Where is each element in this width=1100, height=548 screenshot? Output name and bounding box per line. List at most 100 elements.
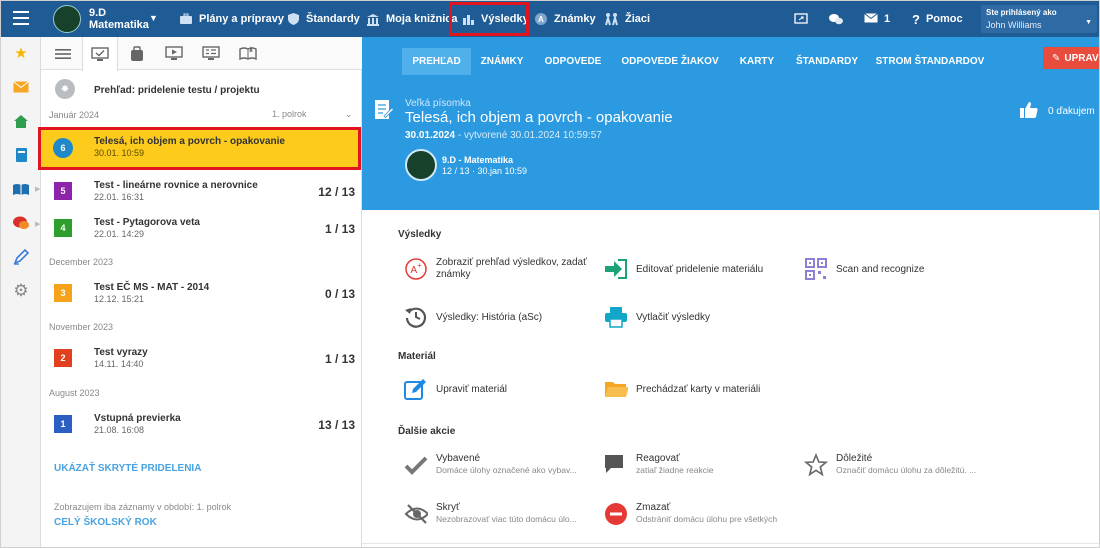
edit-material-action[interactable]: Upraviť materiál bbox=[404, 375, 594, 405]
assignment-kind: Veľká písomka bbox=[405, 98, 471, 109]
item-date: 22.01. 14:29 bbox=[94, 229, 145, 239]
tab-student-answers[interactable]: ODPOVEDE ŽIAKOV bbox=[618, 48, 722, 75]
tab-standards[interactable]: ŠTANDARDY bbox=[791, 48, 863, 75]
overview-row[interactable]: ✸ Prehľad: pridelenie testu / projektu bbox=[41, 75, 362, 107]
done-label: Vybavené bbox=[436, 453, 481, 464]
tab-standards-tree[interactable]: STROM ŠTANDARDOV bbox=[874, 48, 986, 75]
class-avatar[interactable] bbox=[53, 5, 81, 33]
chevron-down-icon[interactable]: ⌄ bbox=[345, 109, 353, 120]
nav-plans[interactable]: Plány a prípravy bbox=[178, 1, 284, 37]
highlight-box-selected-item bbox=[38, 127, 361, 170]
menu-icon[interactable] bbox=[13, 11, 29, 25]
overview-dot-icon: ✸ bbox=[55, 79, 75, 99]
tab-cards[interactable]: KARTY bbox=[734, 48, 780, 75]
react-action[interactable]: Reagovať zatiaľ žiadne reakcie bbox=[604, 451, 794, 481]
nav-students[interactable]: Žiaci bbox=[604, 1, 650, 37]
mail-icon[interactable] bbox=[12, 78, 30, 96]
book-open-icon[interactable] bbox=[12, 180, 30, 198]
delete-action[interactable]: Zmazať Odstrániť domácu úlohu pre všetký… bbox=[604, 500, 794, 530]
thanks-count[interactable]: 0 ďakujem bbox=[1048, 106, 1095, 117]
show-hidden-link[interactable]: UKÁZAŤ SKRYTÉ PRIDELENIA bbox=[54, 463, 201, 474]
nav-grades[interactable]: A Známky bbox=[533, 1, 596, 37]
month-header: Január 2024 bbox=[49, 110, 100, 120]
delete-label: Zmazať bbox=[636, 502, 671, 513]
class-name-line1: 9.D bbox=[89, 7, 107, 19]
item-number-badge: 5 bbox=[54, 182, 72, 200]
user-menu[interactable]: Ste prihlásený ako John Williams ▼ bbox=[981, 5, 1097, 33]
caret-down-icon[interactable]: ▼ bbox=[149, 13, 158, 23]
qr-icon bbox=[804, 257, 828, 281]
hide-sub: Nezobrazovať viac túto domácu úlo... bbox=[436, 514, 577, 524]
hide-action[interactable]: Skryť Nezobrazovať viac túto domácu úlo.… bbox=[404, 500, 594, 530]
tab-overview[interactable]: PREHĽAD bbox=[402, 48, 471, 75]
item-score: 1 / 13 bbox=[324, 222, 355, 236]
shield-icon bbox=[285, 12, 301, 26]
students-icon bbox=[604, 12, 620, 26]
item-score: 13 / 13 bbox=[318, 418, 355, 432]
chevron-right-icon: ▶ bbox=[35, 186, 41, 193]
scan-recognize-action[interactable]: Scan and recognize bbox=[804, 255, 964, 285]
gear-icon[interactable]: ⚙ bbox=[12, 281, 30, 300]
tab-answers[interactable]: ODPOVEDE bbox=[539, 48, 607, 75]
chat-alert-icon[interactable] bbox=[12, 214, 30, 232]
nav-grades-label: Známky bbox=[554, 13, 596, 25]
important-label: Dôležité bbox=[836, 453, 873, 464]
list-item[interactable]: 2 Test vyrazy 14.11. 14:40 1 / 13 bbox=[41, 338, 362, 382]
section-material-heading: Materiál bbox=[398, 351, 436, 362]
assignment-list-panel: ✸ Prehľad: pridelenie testu / projektu J… bbox=[41, 37, 362, 547]
period-selector[interactable]: 1. polrok bbox=[272, 109, 307, 119]
caret-down-icon: ▼ bbox=[1085, 19, 1092, 26]
nav-library-label: Moja knižnica bbox=[386, 13, 458, 25]
nav-plans-label: Plány a prípravy bbox=[199, 13, 284, 25]
thumbs-up-icon[interactable] bbox=[1019, 101, 1039, 124]
chat-bubbles-icon[interactable] bbox=[828, 1, 844, 37]
tab-tests[interactable] bbox=[82, 37, 118, 71]
notebook-icon[interactable] bbox=[12, 146, 30, 164]
item-title: Test EČ MS - MAT - 2014 bbox=[94, 282, 210, 293]
messages-button[interactable]: 1 bbox=[864, 1, 890, 37]
class-avatar bbox=[405, 149, 437, 181]
delete-sub: Odstrániť domácu úlohu pre všetkých bbox=[636, 514, 778, 524]
printer-icon bbox=[604, 305, 628, 329]
tab-book[interactable] bbox=[230, 37, 266, 70]
enter-icon bbox=[604, 257, 628, 281]
item-title: Test - Pytagorova veta bbox=[94, 217, 200, 228]
check-icon bbox=[404, 453, 428, 477]
assignment-date-value: 30.01.2024 bbox=[405, 130, 456, 141]
app-window: 9.D Matematika ▼ Plány a prípravy Štanda… bbox=[0, 0, 1100, 548]
icon-rail: ★ ▶ ▶ ⚙ bbox=[1, 37, 41, 547]
home-icon[interactable] bbox=[12, 112, 30, 130]
tab-list[interactable] bbox=[45, 37, 81, 70]
edit-assignment-action[interactable]: Editovať pridelenie materiálu bbox=[604, 255, 784, 285]
print-results-action[interactable]: Vytlačiť výsledky bbox=[604, 303, 784, 333]
done-action[interactable]: Vybavené Domáce úlohy označené ako vybav… bbox=[404, 451, 594, 481]
whole-year-link[interactable]: CELÝ ŠKOLSKÝ ROK bbox=[54, 517, 157, 528]
library-icon bbox=[365, 12, 381, 26]
tab-online-test[interactable] bbox=[193, 37, 229, 70]
tab-video[interactable] bbox=[156, 37, 192, 70]
list-tabs bbox=[41, 37, 362, 71]
results-history-action[interactable]: Výsledky: História (aSc) bbox=[404, 303, 594, 333]
folder-icon bbox=[604, 377, 628, 401]
browse-cards-action[interactable]: Prechádzať karty v materiáli bbox=[604, 375, 794, 405]
list-item[interactable]: 1 Vstupná previerka 21.08. 16:08 13 / 13 bbox=[41, 404, 362, 448]
important-action[interactable]: Dôležité Označiť domácu úlohu za dôležit… bbox=[804, 451, 1004, 481]
nav-library[interactable]: Moja knižnica bbox=[365, 1, 458, 37]
screen-share-icon[interactable] bbox=[794, 1, 808, 37]
list-item[interactable]: 3 Test EČ MS - MAT - 2014 12.12. 15:21 0… bbox=[41, 273, 362, 317]
class-selector[interactable]: 9.D Matematika bbox=[89, 7, 149, 31]
list-item[interactable]: 4 Test - Pytagorova veta 22.01. 14:29 1 … bbox=[41, 208, 362, 252]
tab-homework[interactable] bbox=[119, 37, 155, 70]
star-icon[interactable]: ★ bbox=[12, 44, 30, 62]
month-header: August 2023 bbox=[49, 388, 100, 398]
nav-standards[interactable]: Štandardy bbox=[285, 1, 360, 37]
help-button[interactable]: ? Pomoc bbox=[912, 1, 963, 37]
tab-grades[interactable]: ZNÁMKY bbox=[474, 48, 530, 75]
view-results-label: Zobraziť prehľad výsledkov, zadať bbox=[436, 257, 587, 268]
edit-button[interactable]: ✎ UPRAV bbox=[1043, 47, 1099, 69]
pen-icon[interactable] bbox=[12, 248, 30, 266]
view-results-action[interactable]: A + Zobraziť prehľad výsledkov, zadať zná… bbox=[404, 255, 594, 285]
pencil-icon: ✎ bbox=[1052, 52, 1061, 64]
react-label: Reagovať bbox=[636, 453, 680, 464]
help-label: Pomoc bbox=[925, 13, 963, 25]
